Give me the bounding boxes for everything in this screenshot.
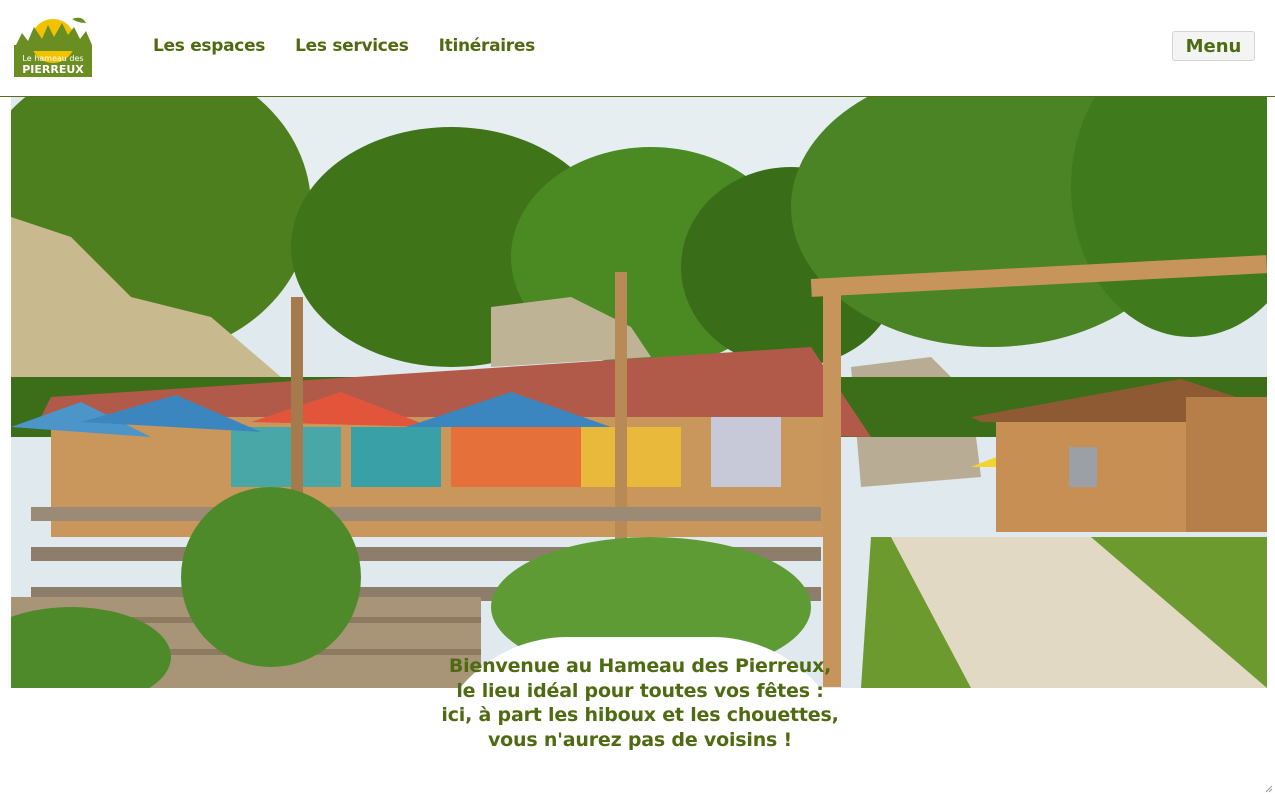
nav-link-itineraires[interactable]: Itinéraires bbox=[439, 36, 536, 56]
site-logo[interactable]: Le hameau des PIERREUX bbox=[12, 15, 94, 79]
resize-grip-icon[interactable] bbox=[1263, 783, 1273, 793]
logo-graphic: Le hameau des PIERREUX bbox=[14, 17, 92, 77]
nav-link-services[interactable]: Les services bbox=[295, 36, 409, 56]
main-nav: Les espaces Les services Itinéraires bbox=[153, 36, 535, 56]
hero-image bbox=[11, 97, 1267, 688]
hero-photo bbox=[11, 97, 1267, 688]
logo-line2: PIERREUX bbox=[22, 63, 84, 76]
logo-line1: Le hameau des bbox=[22, 54, 83, 63]
site-header: Le hameau des PIERREUX Les espaces Les s… bbox=[0, 0, 1275, 97]
menu-button[interactable]: Menu bbox=[1172, 31, 1255, 61]
welcome-text: Bienvenue au Hameau des Pierreux, le lie… bbox=[441, 655, 839, 751]
nav-link-espaces[interactable]: Les espaces bbox=[153, 36, 265, 56]
